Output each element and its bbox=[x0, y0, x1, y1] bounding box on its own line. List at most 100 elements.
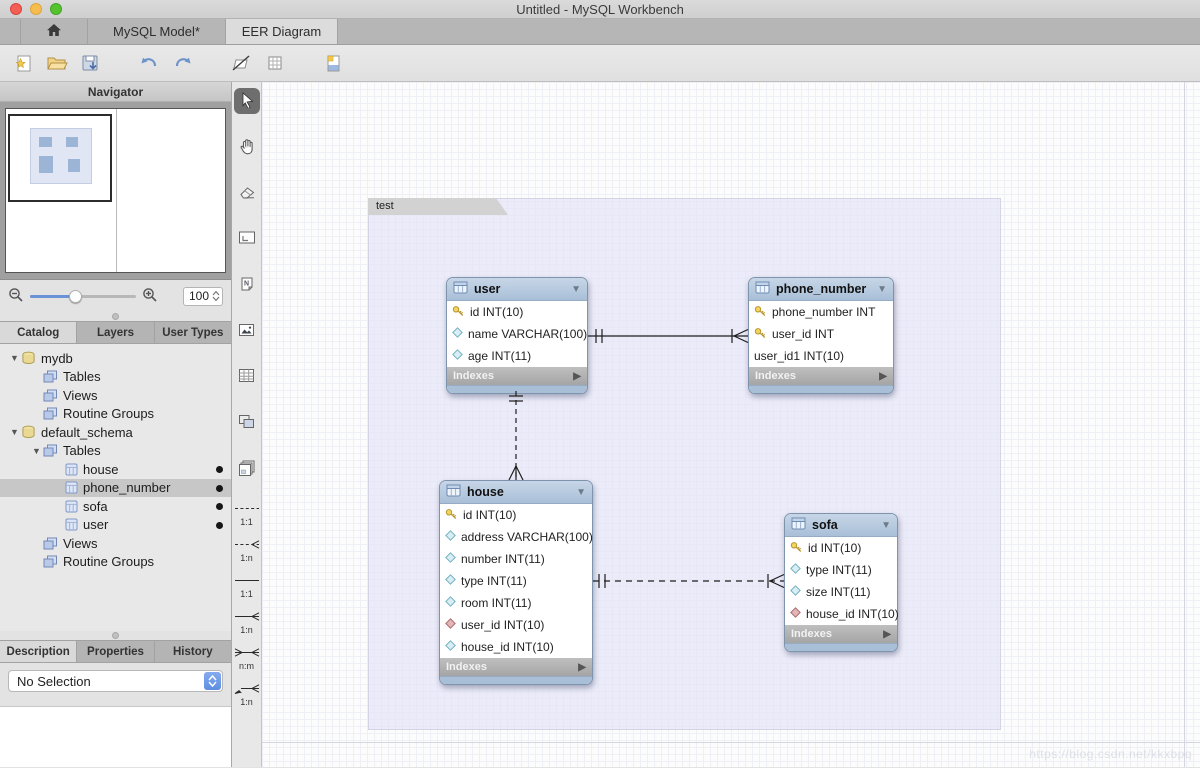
table-header[interactable]: phone_number ▼ bbox=[749, 278, 893, 301]
table-column[interactable]: room INT(11) bbox=[440, 592, 592, 614]
tab-mysql-model[interactable]: MySQL Model* bbox=[88, 19, 226, 44]
disclosure-triangle-icon[interactable]: ▼ bbox=[8, 353, 21, 363]
tool-routine-group[interactable] bbox=[234, 456, 260, 482]
table-icon bbox=[791, 517, 806, 533]
collapse-arrow-icon[interactable]: ▼ bbox=[576, 487, 586, 498]
save-model-button[interactable] bbox=[78, 50, 104, 76]
tree-item-tables[interactable]: ▼ Tables bbox=[0, 442, 231, 461]
zoom-value-field[interactable]: 100 bbox=[183, 286, 223, 306]
collapse-arrow-icon[interactable]: ▼ bbox=[881, 520, 891, 531]
indexes-section[interactable]: Indexes ▶ bbox=[447, 367, 587, 385]
tool-eraser[interactable] bbox=[234, 180, 260, 206]
collapse-arrow-icon[interactable]: ▼ bbox=[571, 284, 581, 295]
table-column[interactable]: house_id INT(10) bbox=[440, 636, 592, 658]
table-column[interactable]: house_id INT(10) bbox=[785, 603, 899, 625]
tree-item-routine-groups[interactable]: Routine Groups bbox=[0, 405, 231, 424]
dropdown-stepper-icon[interactable] bbox=[204, 672, 221, 690]
indexes-section[interactable]: Indexes ▶ bbox=[785, 625, 897, 643]
tab-history[interactable]: History bbox=[155, 641, 231, 662]
tool-relationship-2-1-n[interactable]: 1:n bbox=[233, 538, 261, 563]
tab-description[interactable]: Description bbox=[0, 641, 78, 662]
table-header[interactable]: user ▼ bbox=[447, 278, 587, 301]
zoom-stepper-icon[interactable] bbox=[212, 290, 220, 302]
table-column[interactable]: type INT(11) bbox=[440, 570, 592, 592]
panel-splitter[interactable] bbox=[0, 631, 231, 640]
table-column[interactable]: age INT(11) bbox=[447, 345, 587, 367]
tree-item-label: phone_number bbox=[83, 480, 171, 496]
zoom-out-icon[interactable] bbox=[8, 287, 24, 306]
tree-item-views[interactable]: Views bbox=[0, 386, 231, 405]
tool-layer[interactable] bbox=[234, 226, 260, 252]
new-page-button[interactable] bbox=[320, 50, 346, 76]
disclosure-triangle-icon[interactable]: ▼ bbox=[30, 446, 43, 456]
table-column[interactable]: id INT(10) bbox=[447, 301, 587, 323]
diagram-canvas[interactable]: test user ▼ id INT(10) name VARCHAR(100) age… bbox=[262, 82, 1200, 767]
open-model-button[interactable] bbox=[44, 50, 70, 76]
table-column[interactable]: number INT(11) bbox=[440, 548, 592, 570]
table-column[interactable]: id INT(10) bbox=[440, 504, 592, 526]
zoom-slider[interactable] bbox=[30, 289, 136, 303]
table-column[interactable]: name VARCHAR(100) bbox=[447, 323, 587, 345]
table-column[interactable]: user_id INT bbox=[749, 323, 893, 345]
tab-eer-diagram[interactable]: EER Diagram bbox=[226, 19, 338, 44]
disclosure-triangle-icon[interactable]: ▼ bbox=[8, 427, 21, 437]
table-column[interactable]: type INT(11) bbox=[785, 559, 897, 581]
toggle-grid-button[interactable] bbox=[262, 50, 288, 76]
tree-item-routine-groups[interactable]: Routine Groups bbox=[0, 553, 231, 572]
tree-item-phone-number[interactable]: phone_number bbox=[0, 478, 231, 497]
column-definition: user_id INT bbox=[772, 327, 835, 341]
tab-home[interactable] bbox=[20, 19, 88, 44]
diagram-table-sofa[interactable]: sofa ▼ id INT(10) type INT(11) size INT(11) h… bbox=[784, 513, 899, 652]
table-header[interactable]: sofa ▼ bbox=[785, 514, 897, 537]
diagram-table-user[interactable]: user ▼ id INT(10) name VARCHAR(100) age INT(… bbox=[446, 277, 588, 394]
tree-item-mydb[interactable]: ▼ mydb bbox=[0, 349, 231, 368]
table-footer bbox=[749, 385, 893, 393]
indexes-section[interactable]: Indexes ▶ bbox=[440, 658, 592, 676]
tool-pointer[interactable] bbox=[233, 88, 260, 114]
group-icon bbox=[43, 389, 58, 402]
table-column[interactable]: size INT(11) bbox=[785, 581, 897, 603]
tab-user-types[interactable]: User Types bbox=[155, 322, 231, 343]
zoom-in-icon[interactable] bbox=[142, 287, 158, 306]
diagram-table-house[interactable]: house ▼ id INT(10) address VARCHAR(100) numb… bbox=[439, 480, 593, 685]
tool-hand[interactable] bbox=[234, 134, 260, 160]
diagram-table-phone_number[interactable]: phone_number ▼ phone_number INT user_id INT… bbox=[748, 277, 894, 394]
redo-button[interactable] bbox=[170, 50, 196, 76]
tool-relationship-3-1-1[interactable]: 1:1 bbox=[233, 574, 261, 599]
tree-item-tables[interactable]: Tables bbox=[0, 368, 231, 387]
table-icon bbox=[65, 518, 78, 531]
table-column[interactable]: user_id1 INT(10) bbox=[749, 345, 893, 367]
selection-dropdown[interactable]: No Selection bbox=[8, 670, 223, 692]
table-column[interactable]: address VARCHAR(100) bbox=[440, 526, 593, 548]
tree-item-views[interactable]: Views bbox=[0, 534, 231, 553]
table-column[interactable]: phone_number INT bbox=[749, 301, 893, 323]
new-model-button[interactable] bbox=[10, 50, 36, 76]
tool-view[interactable] bbox=[234, 410, 260, 436]
tab-layers[interactable]: Layers bbox=[77, 322, 155, 343]
tree-item-user[interactable]: user bbox=[0, 516, 231, 535]
undo-button[interactable] bbox=[136, 50, 162, 76]
tree-item-house[interactable]: house bbox=[0, 460, 231, 479]
panel-splitter[interactable] bbox=[0, 312, 231, 321]
tool-table[interactable] bbox=[234, 364, 260, 390]
tree-item-sofa[interactable]: sofa bbox=[0, 497, 231, 516]
tool-relationship-6-1-n[interactable]: 1:n bbox=[233, 682, 261, 707]
layer-tab-label[interactable]: test bbox=[368, 198, 508, 215]
table-column[interactable]: id INT(10) bbox=[785, 537, 897, 559]
tool-note[interactable]: N bbox=[234, 272, 260, 298]
tool-image[interactable] bbox=[234, 318, 260, 344]
toggle-pen-mode-button[interactable] bbox=[228, 50, 254, 76]
tool-relationship-5-n-m[interactable]: n:m bbox=[233, 646, 261, 671]
table-header[interactable]: house ▼ bbox=[440, 481, 592, 504]
tool-relationship-4-1-n[interactable]: 1:n bbox=[233, 610, 261, 635]
description-editor[interactable] bbox=[0, 706, 231, 767]
tab-catalog[interactable]: Catalog bbox=[0, 322, 78, 343]
collapse-arrow-icon[interactable]: ▼ bbox=[877, 284, 887, 295]
tool-relationship-1-1-1[interactable]: 1:1 bbox=[233, 502, 261, 527]
zoom-slider-thumb[interactable] bbox=[69, 290, 82, 303]
tree-item-default-schema[interactable]: ▼ default_schema bbox=[0, 423, 231, 442]
navigator-minimap[interactable] bbox=[0, 102, 231, 280]
tab-properties[interactable]: Properties bbox=[77, 641, 155, 662]
table-column[interactable]: user_id INT(10) bbox=[440, 614, 592, 636]
indexes-section[interactable]: Indexes ▶ bbox=[749, 367, 893, 385]
